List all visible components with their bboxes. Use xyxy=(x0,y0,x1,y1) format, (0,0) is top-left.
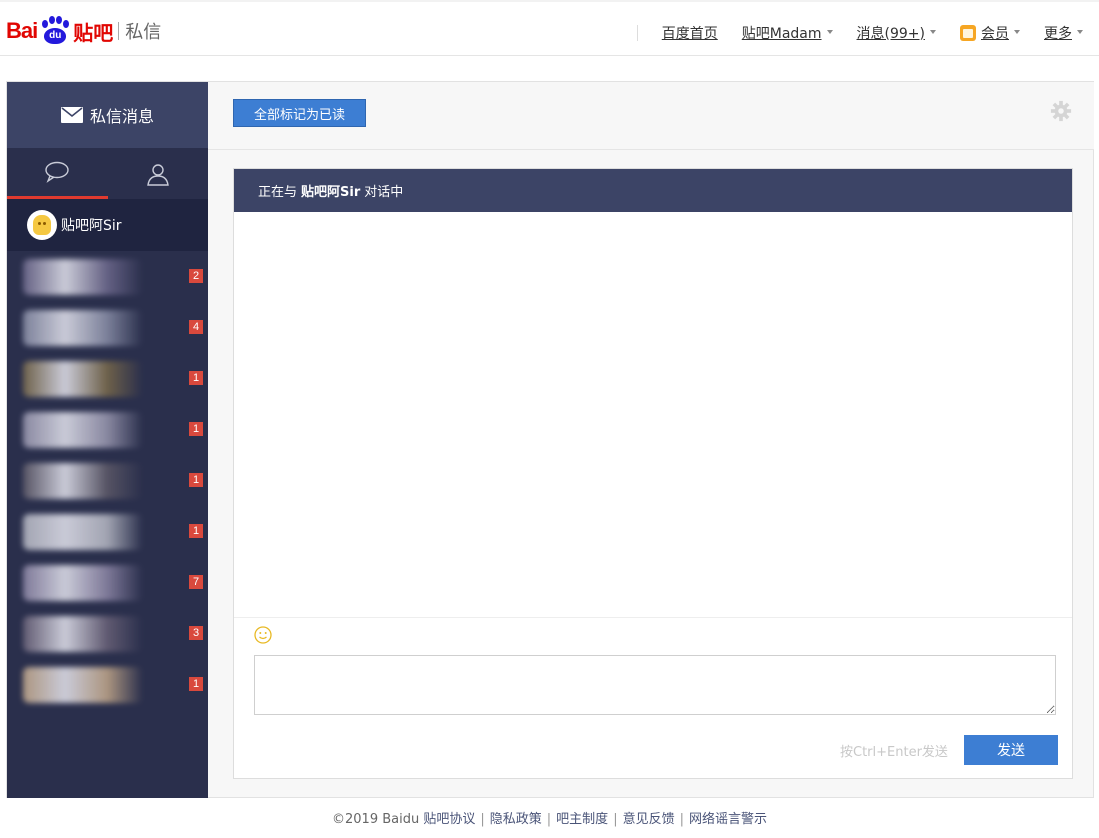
send-shortcut-hint: 按Ctrl+Enter发送 xyxy=(840,745,948,760)
footer-separator: | xyxy=(679,812,684,827)
chevron-down-icon xyxy=(826,30,833,34)
blurred-contact-avatar xyxy=(23,412,143,448)
chevron-down-icon xyxy=(930,30,936,34)
main-content: 全部标记为已读 正在与 贴吧阿Sir 对话中 按Ctrl+Enter发送 发送 xyxy=(208,82,1094,798)
message-input[interactable] xyxy=(254,655,1056,715)
nav-messages-label: 消息(99+) xyxy=(856,26,925,42)
nav-divider xyxy=(636,25,638,41)
unread-badge: 7 xyxy=(189,575,203,589)
footer-separator: | xyxy=(546,812,552,827)
unread-badge: 1 xyxy=(189,473,203,487)
unread-badge: 1 xyxy=(189,371,203,385)
chevron-down-icon xyxy=(1077,30,1083,34)
nav-user-menu-label: 贴吧Madam xyxy=(741,26,822,42)
footer-link[interactable]: 吧主制度 xyxy=(556,812,608,827)
nav-more-label: 更多 xyxy=(1044,26,1072,42)
list-item[interactable]: 2 xyxy=(7,251,208,302)
footer-separator: | xyxy=(613,812,618,827)
sidebar-tabs xyxy=(7,148,208,199)
nav-more[interactable]: 更多 xyxy=(1044,23,1083,43)
chat-panel: 正在与 贴吧阿Sir 对话中 按Ctrl+Enter发送 发送 xyxy=(233,168,1073,779)
send-button[interactable]: 发送 xyxy=(964,735,1058,765)
contacts-tab[interactable] xyxy=(108,148,209,199)
mail-icon xyxy=(60,107,83,123)
crown-icon xyxy=(960,25,976,41)
blurred-contact-avatar xyxy=(23,310,143,346)
person-icon xyxy=(146,163,169,186)
baidu-paw-icon: du xyxy=(38,16,72,46)
unread-badge: 1 xyxy=(189,422,203,436)
smiley-icon[interactable] xyxy=(254,626,272,644)
nav-baidu-home[interactable]: 百度首页 xyxy=(662,23,718,43)
nav-membership-label: 会员 xyxy=(981,26,1009,42)
chat-bubble-icon xyxy=(45,161,69,183)
unread-badge: 1 xyxy=(189,524,203,538)
sidebar: 私信消息 贴吧阿Sir 241111731 xyxy=(7,82,208,798)
tieba-bear-icon xyxy=(33,215,51,235)
list-item[interactable]: 3 xyxy=(7,608,208,659)
chat-header: 正在与 贴吧阿Sir 对话中 xyxy=(234,169,1072,212)
contact-list: 241111731 xyxy=(7,251,208,710)
logo-tieba-text: 贴吧 xyxy=(73,20,114,45)
avatar xyxy=(27,210,57,240)
gear-icon[interactable] xyxy=(1050,100,1072,122)
active-contact-name: 贴吧阿Sir xyxy=(61,218,122,234)
footer-link[interactable]: 网络谣言警示 xyxy=(689,812,767,827)
footer-link[interactable]: 意见反馈 xyxy=(623,812,675,827)
unread-badge: 3 xyxy=(189,626,203,640)
baidu-tieba-logo[interactable]: Bai du 贴吧 私信 xyxy=(6,14,161,48)
list-item[interactable]: 7 xyxy=(7,557,208,608)
logo-divider xyxy=(118,22,120,40)
list-item[interactable]: 1 xyxy=(7,455,208,506)
blurred-contact-avatar xyxy=(23,361,143,397)
nav-membership[interactable]: 会员 xyxy=(960,23,1020,43)
unread-badge: 1 xyxy=(189,677,203,691)
list-item[interactable]: 1 xyxy=(7,659,208,710)
footer-separator: | xyxy=(480,812,485,827)
conversations-tab[interactable] xyxy=(7,148,108,199)
blurred-contact-avatar xyxy=(23,514,143,550)
footer: ©2019 Baidu 贴吧协议 | 隐私政策 | 吧主制度 | 意见反馈 | 网络谣言警示 xyxy=(0,808,1099,827)
blurred-contact-avatar xyxy=(23,259,143,295)
list-item[interactable]: 1 xyxy=(7,506,208,557)
footer-copyright: ©2019 Baidu xyxy=(332,812,420,827)
blurred-contact-avatar xyxy=(23,667,143,703)
blurred-contact-avatar xyxy=(23,565,143,601)
chat-header-suffix: 对话中 xyxy=(364,185,404,200)
unread-badge: 2 xyxy=(189,269,203,283)
chat-partner-name: 贴吧阿Sir xyxy=(301,185,361,200)
logo-du-text: du xyxy=(44,28,67,44)
footer-link[interactable]: 隐私政策 xyxy=(490,812,542,827)
nav-baidu-home-label: 百度首页 xyxy=(661,26,718,42)
active-contact[interactable]: 贴吧阿Sir xyxy=(7,199,208,251)
emoji-toolbar xyxy=(234,618,1072,652)
list-item[interactable]: 4 xyxy=(7,302,208,353)
top-bar: Bai du 贴吧 私信 百度首页 贴吧Madam 消息(99+) 会员 更多 xyxy=(0,0,1099,56)
message-frame: 私信消息 贴吧阿Sir 241111731 全部标记为已读 正在与 贴吧阿Sir… xyxy=(6,81,1094,798)
chevron-down-icon xyxy=(1014,30,1020,34)
list-item[interactable]: 1 xyxy=(7,404,208,455)
sidebar-header: 私信消息 xyxy=(7,82,208,148)
nav-messages[interactable]: 消息(99+) xyxy=(857,23,936,43)
message-area[interactable] xyxy=(234,212,1072,618)
chat-header-prefix: 正在与 xyxy=(258,185,298,200)
blurred-contact-avatar xyxy=(23,463,143,499)
blurred-contact-avatar xyxy=(23,616,143,652)
logo-subtitle: 私信 xyxy=(125,22,162,43)
top-nav: 百度首页 贴吧Madam 消息(99+) 会员 更多 xyxy=(636,22,1083,44)
unread-badge: 4 xyxy=(189,320,203,334)
toolbar: 全部标记为已读 xyxy=(208,82,1094,150)
mark-all-read-button[interactable]: 全部标记为已读 xyxy=(233,99,366,127)
footer-link[interactable]: 贴吧协议 xyxy=(423,812,475,827)
logo-bai-text: Bai xyxy=(6,18,38,43)
list-item[interactable]: 1 xyxy=(7,353,208,404)
nav-user-menu[interactable]: 贴吧Madam xyxy=(742,23,833,43)
sidebar-title: 私信消息 xyxy=(89,107,154,126)
